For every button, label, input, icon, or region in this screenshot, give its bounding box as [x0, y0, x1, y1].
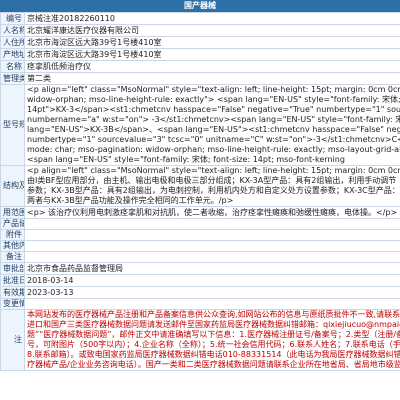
- table-row: 产品储存条件及有效期: [0, 218, 400, 230]
- table-row: 备注: [0, 251, 400, 263]
- table-row: 结构及组成 <p align="left" class="MsoNormal" …: [0, 165, 400, 207]
- other-content: [24, 240, 400, 252]
- row-label: 审批部门: [0, 262, 25, 275]
- table-row: 有效期至 2023-03-13: [0, 286, 400, 299]
- approval-department: 北京市食品药品监督管理局: [24, 262, 400, 275]
- notice-line: 题”“医疗器械数据问题”，邮件正文中请准确填写以下信息：1.医疗器械注册证号/备…: [27, 330, 400, 339]
- row-label: 编号: [0, 12, 25, 25]
- attachments: [24, 229, 400, 241]
- production-address: 北京市海淀区远大路39号1号楼410室: [24, 48, 400, 61]
- spec-line: numbername="a" w:st="on"> -3</st1:chmetc…: [27, 115, 400, 124]
- spec-line: lang="EN-US">KX-3B</span>、<span lang="EN…: [27, 125, 400, 134]
- remarks: [24, 251, 400, 263]
- row-label: 注: [0, 309, 25, 371]
- model-spec: <p align="left" class="MsoNormal" style=…: [24, 84, 400, 166]
- spec-line: mode: char; mso-pagination: widow-orphan…: [27, 145, 400, 154]
- table-row: 名称 痉挛肌低频治疗仪: [0, 60, 400, 73]
- page-title: 国产器械: [184, 1, 216, 10]
- row-label: 用范围: [0, 206, 25, 219]
- page-title-bar: 国产器械: [0, 0, 400, 12]
- notice-line: 进口和国产三类医疗器械数据问题请发送邮件至国家药监局医疗器械数据纠错邮箱：qix…: [27, 320, 400, 329]
- table-row: 产地址 北京市海淀区远大路39号1号楼410室: [0, 48, 400, 61]
- management-category: 第二类: [24, 72, 400, 85]
- table-row: 型号规格 <p align="left" class="MsoNormal" s…: [0, 84, 400, 166]
- device-info-table: 编号 京械注准20182260110 人名称 北京耀洋康达医疗仪器有限公司 人住…: [0, 12, 400, 371]
- row-label: 其他内容: [0, 240, 25, 252]
- valid-until: 2023-03-13: [24, 286, 400, 299]
- scope-line: <p> 该治疗仪利用电刺激痉挛肌和对抗肌，使二者收缩，治疗痉挛性瘫痪和弛缓性瘫痪…: [27, 207, 398, 217]
- table-row: 变更情况: [0, 298, 400, 310]
- approval-date: 2018-03-14: [24, 274, 400, 287]
- spec-line: 14pt">KX-3</span><st1:chmetcnv hasspace=…: [27, 105, 400, 114]
- table-row: 管理类别 第二类: [0, 72, 400, 85]
- spec-line: <span lang="EN-US" style="font-family: 宋…: [27, 155, 345, 164]
- row-label: 产品储存条件及有效期: [0, 218, 25, 230]
- row-label: 型号规格: [0, 84, 25, 166]
- storage-conditions: [24, 218, 400, 230]
- row-label: 备注: [0, 251, 25, 263]
- table-row: 人住所 北京市海淀区远大路39号1号楼410室: [0, 36, 400, 49]
- structure-line: 参数；KX-3B型产品：具有2组输出，为电刺控制，利用机内处方和自定义处方设置参…: [27, 186, 400, 195]
- registration-number: 京械注准20182260110: [24, 12, 400, 25]
- row-label: 有效期至: [0, 286, 25, 299]
- row-label: 变更情况: [0, 298, 25, 310]
- spec-line: numbertype="1" sourcevalue="3" tcsc="0" …: [27, 135, 400, 144]
- notice-line: 本网站发布的医疗器械产品注册和产品备案信息供公众查询,如网站公布的信息与原纸质批…: [27, 310, 400, 320]
- table-row: 编号 京械注准20182260110: [0, 12, 400, 25]
- structure-line: <p align="left" class="MsoNormal" style=…: [27, 166, 400, 176]
- notice: 本网站发布的医疗器械产品注册和产品备案信息供公众查询,如网站公布的信息与原纸质批…: [24, 309, 400, 371]
- row-label: 管理类别: [0, 72, 25, 85]
- notice-line: 号，可附图片（500字以内）；4.企业名称（全称）；5.统一社会信用代码；6.联…: [27, 340, 400, 349]
- row-label: 人住所: [0, 36, 25, 49]
- table-row: 用范围 <p> 该治疗仪利用电刺激痉挛肌和对抗肌，使二者收缩，治疗痉挛性瘫痪和弛…: [0, 206, 400, 219]
- structure-composition: <p align="left" class="MsoNormal" style=…: [24, 165, 400, 207]
- row-label: 产地址: [0, 48, 25, 61]
- row-label: 人名称: [0, 24, 25, 37]
- table-row: 其他内容: [0, 240, 400, 252]
- scope-of-use: <p> 该治疗仪利用电刺激痉挛肌和对抗肌，使二者收缩，治疗痉挛性瘫痪和弛缓性瘫痪…: [24, 206, 400, 219]
- table-row: 审批部门 北京市食品药品监督管理局: [0, 262, 400, 275]
- table-row: 注 本网站发布的医疗器械产品注册和产品备案信息供公众查询,如网站公布的信息与原纸…: [0, 309, 400, 371]
- registrant-name: 北京耀洋康达医疗仪器有限公司: [24, 24, 400, 37]
- table-row: 人名称 北京耀洋康达医疗仪器有限公司: [0, 24, 400, 37]
- registrant-address: 北京市海淀区远大路39号1号楼410室: [24, 36, 400, 49]
- notice-line: 8.联系邮箱）。或致电国家药监局医疗器械数据纠错电话010-88331514（此…: [27, 350, 400, 359]
- table-row: 附件: [0, 229, 400, 241]
- structure-line: 由Ⅰ类BF型应用部分，由主机、输出电极和电极三部分组成；KX-3A型产品：具有2…: [27, 176, 397, 185]
- row-label: 结构及组成: [0, 165, 25, 207]
- structure-line: 两者与KX-3B型产品功能及操作完全相同的工作单元。/p>: [27, 196, 234, 205]
- spec-line: <p align="left" class="MsoNormal" style=…: [27, 85, 400, 95]
- notice-line: 疗器械产品/企业业务咨询电话）。国产一类和二类医疗器械数据问题请联系企业所在地省…: [27, 360, 400, 369]
- spec-line: widow-orphan; mso-line-height-rule: exac…: [27, 95, 400, 104]
- row-label: 名称: [0, 60, 25, 73]
- product-name: 痉挛肌低频治疗仪: [24, 60, 400, 73]
- row-label: 批准日期: [0, 274, 25, 287]
- change-history: [24, 298, 400, 310]
- table-row: 批准日期 2018-03-14: [0, 274, 400, 287]
- row-label: 附件: [0, 229, 25, 241]
